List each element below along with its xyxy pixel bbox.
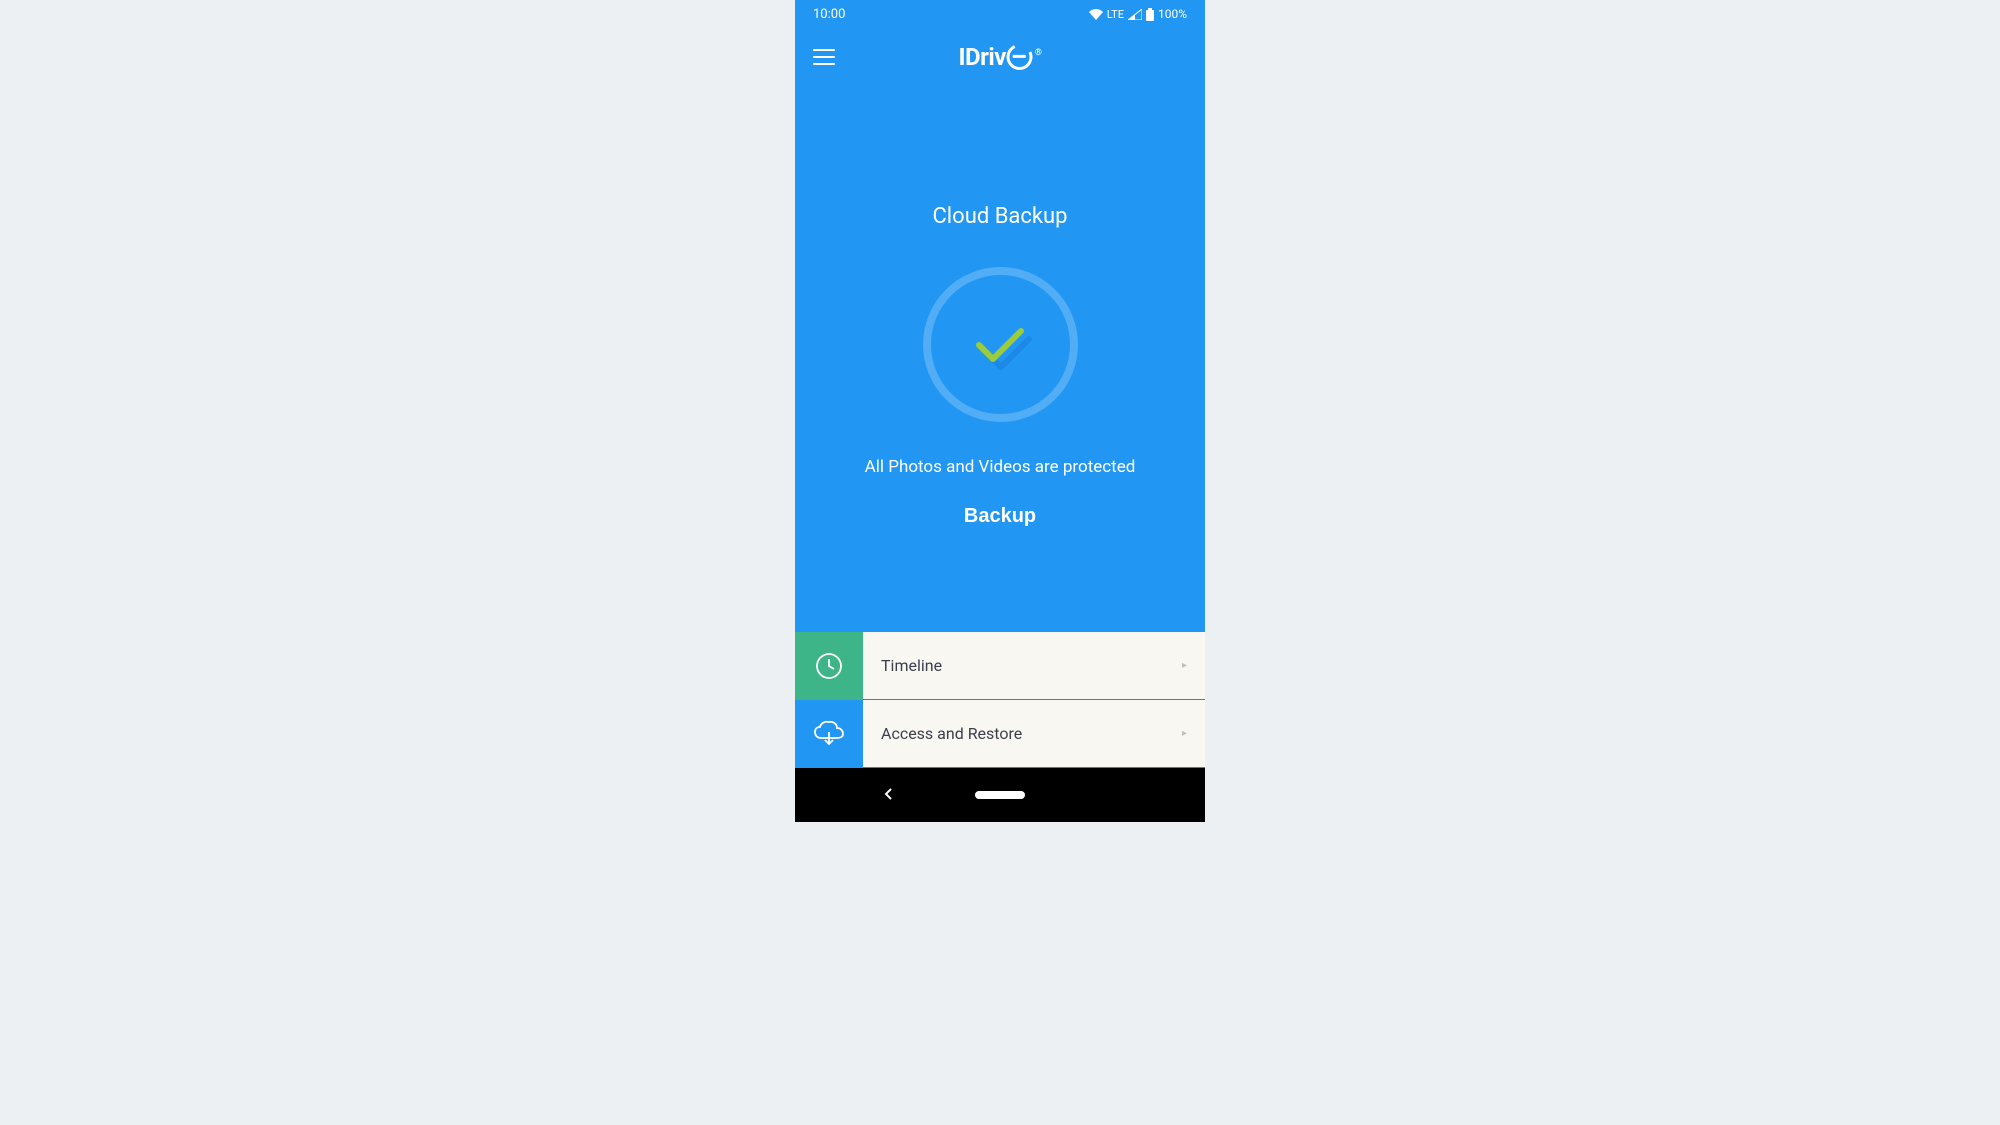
chevron-icon: ▸ [1182,660,1187,671]
phone-screen: 10:00 LTE 100% IDriv ® Cloud Backup [795,0,1205,822]
logo-e-icon [1003,40,1036,73]
menu-list: Timeline ▸ Access and Restore ▸ [795,632,1205,768]
logo-text: IDriv [959,43,1006,71]
page-title: Cloud Backup [932,204,1067,229]
status-indicators: LTE 100% [1089,7,1187,21]
checkmark-icon [975,325,1025,365]
backup-button[interactable]: Backup [964,505,1036,528]
access-restore-body: Access and Restore ▸ [863,700,1205,767]
access-restore-item[interactable]: Access and Restore ▸ [795,700,1205,768]
status-bar: 10:00 LTE 100% [795,0,1205,28]
status-text: All Photos and Videos are protected [865,457,1136,477]
network-label: LTE [1107,8,1124,21]
timeline-item[interactable]: Timeline ▸ [795,632,1205,700]
main-content: Cloud Backup All Photos and Videos are p… [795,86,1205,528]
battery-icon [1146,8,1154,21]
logo-trademark: ® [1035,48,1042,58]
clock-icon [795,632,863,700]
timeline-body: Timeline ▸ [863,632,1205,699]
menu-icon[interactable] [813,49,835,65]
app-logo: IDriv ® [959,43,1042,71]
battery-label: 100% [1158,7,1187,21]
timeline-label: Timeline [881,656,942,675]
signal-icon [1128,9,1142,20]
access-restore-label: Access and Restore [881,724,1022,743]
cloud-download-icon [795,700,863,768]
status-time: 10:00 [813,7,845,22]
wifi-icon [1089,9,1103,20]
app-header: IDriv ® [795,28,1205,86]
back-button[interactable] [883,786,895,805]
home-pill[interactable] [975,791,1025,799]
backup-status-circle [923,267,1078,422]
chevron-icon: ▸ [1182,728,1187,739]
android-nav-bar [795,768,1205,822]
